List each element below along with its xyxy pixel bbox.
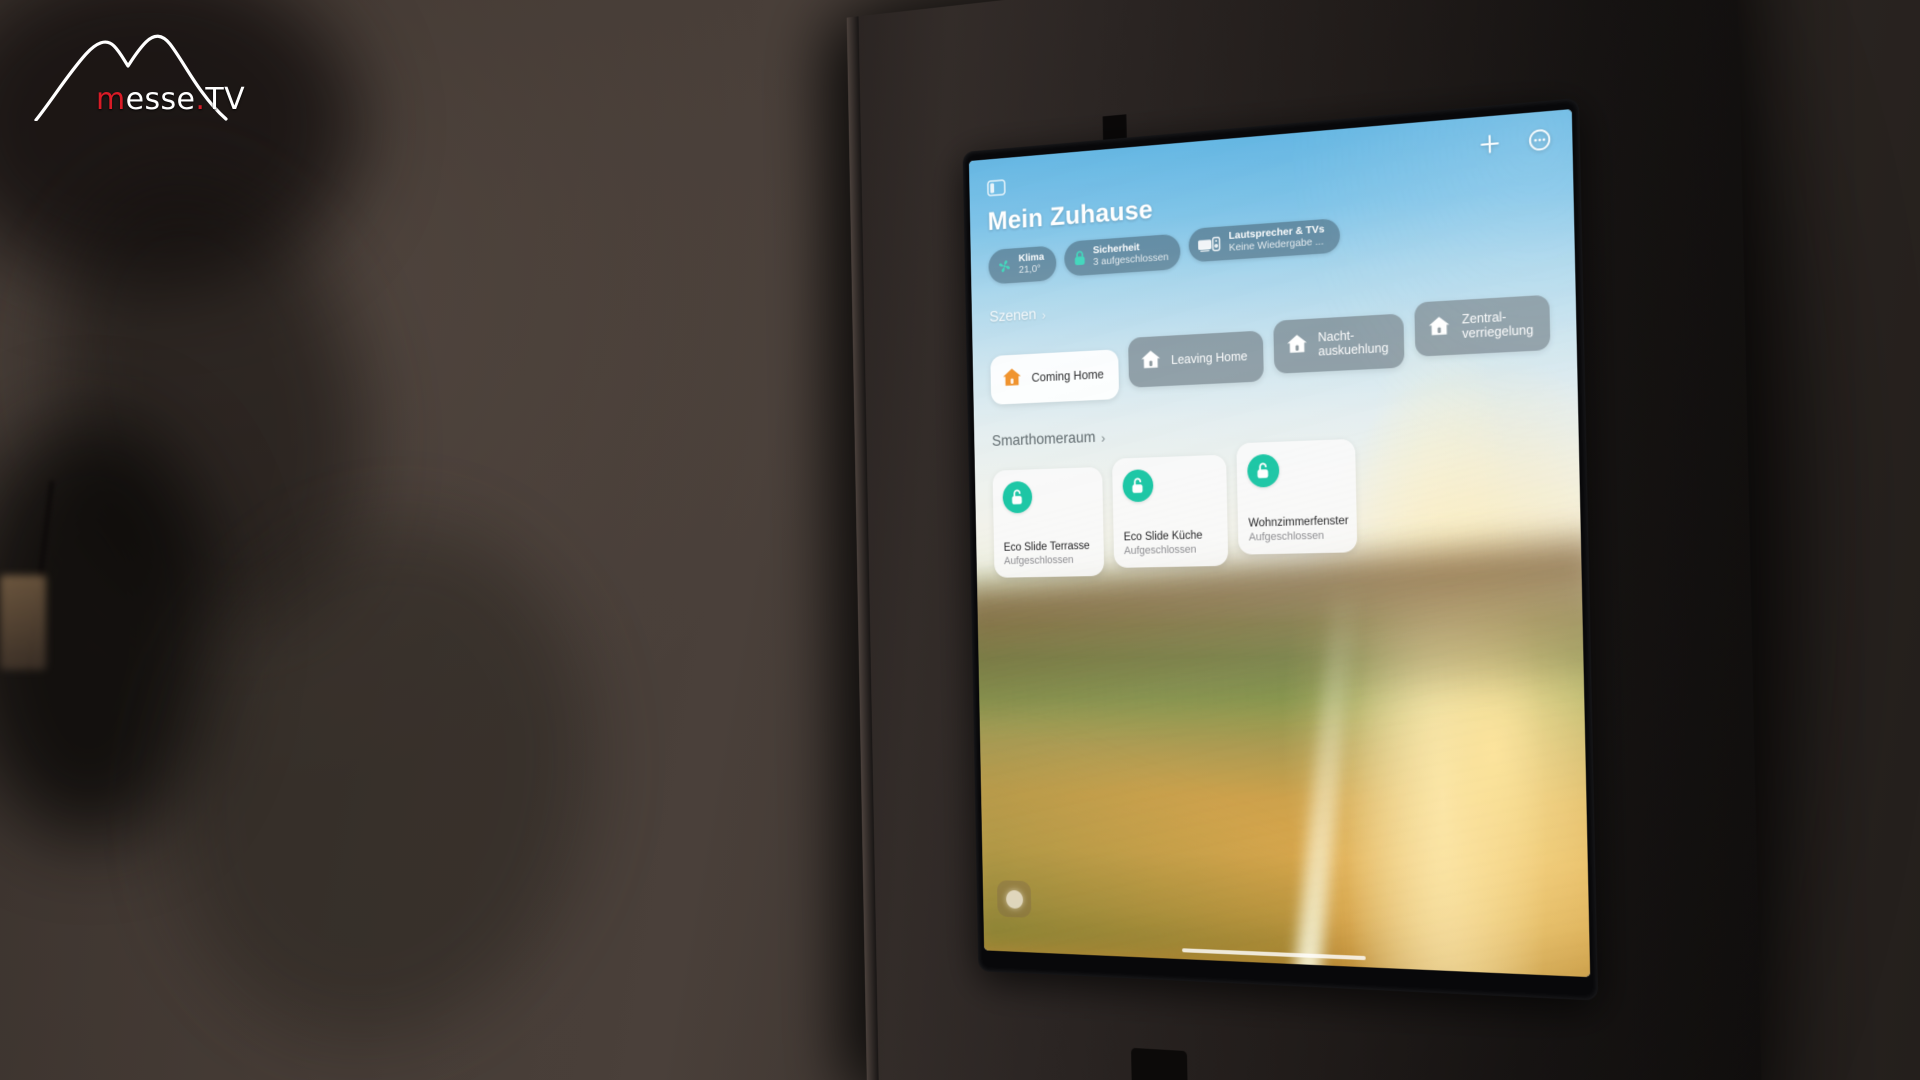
scene-card-nachtauskuehlung[interactable]: Nacht- auskuehlung (1273, 313, 1405, 373)
accessory-state: Aufgeschlossen (1249, 529, 1347, 544)
status-pill-lautsprecher-tvs[interactable]: Lautsprecher & TVs Keine Wiedergabe ... (1189, 218, 1340, 262)
wall-shadow (121, 482, 640, 1078)
house-icon (1139, 348, 1162, 376)
tablet-device: Mein Zuhause Klima 21,0° Sicherheit 3 au… (963, 98, 1599, 1001)
status-pill-klima-value: 21,0° (1019, 264, 1045, 277)
logo-wordmark: messe.TV (96, 82, 245, 117)
wall-shadow (9, 141, 411, 660)
chevron-right-icon: › (1101, 430, 1106, 446)
wall-mount-bezel: Mein Zuhause Klima 21,0° Sicherheit 3 au… (847, 0, 1763, 1080)
mount-left-edge (847, 16, 879, 1080)
section-header-smarthomeraum-label: Smarthomeraum (992, 429, 1096, 450)
top-actions (1478, 128, 1551, 162)
status-pill-lautsprecher-text: Lautsprecher & TVs Keine Wiedergabe ... (1229, 225, 1325, 255)
unlocked-padlock-icon (1122, 469, 1153, 502)
section-header-scenes-label: Szenen (989, 306, 1036, 326)
status-pill-klima-text: Klima 21,0° (1018, 252, 1044, 276)
logo-tv: TV (205, 82, 245, 117)
assistive-touch-dot (1005, 890, 1022, 909)
accessory-state: Aufgeschlossen (1004, 553, 1094, 568)
room-scene: messe.TV Mein Zuhause Klima 21,0° Sicher… (0, 0, 1920, 1080)
tablet-screen[interactable]: Mein Zuhause Klima 21,0° Sicherheit 3 au… (969, 109, 1590, 977)
scene-card-zentralverriegelung-label: Zentral- verriegelung (1462, 308, 1534, 342)
accessory-card-eco-slide-terrasse-text: Eco Slide Terrasse Aufgeschlossen (1004, 540, 1094, 568)
house-icon (1427, 314, 1452, 343)
mount-bottom-cutout (1131, 1048, 1188, 1080)
scene-card-coming-home[interactable]: Coming Home (990, 349, 1119, 405)
status-pill-sicherheit[interactable]: Sicherheit 3 aufgeschlossen (1064, 234, 1181, 277)
accessories-row: Eco Slide Terrasse Aufgeschlossen Eco Sl… (992, 438, 1560, 577)
messe-tv-logo: messe.TV (34, 26, 254, 121)
accessory-card-wohnzimmerfenster-text: Wohnzimmerfenster Aufgeschlossen (1248, 515, 1346, 544)
logo-esse: esse (126, 82, 196, 117)
more-circle-icon[interactable] (1528, 128, 1552, 158)
accessory-card-eco-slide-kueche[interactable]: Eco Slide Küche Aufgeschlossen (1112, 454, 1228, 567)
home-app: Mein Zuhause Klima 21,0° Sicherheit 3 au… (969, 109, 1590, 977)
accessory-card-eco-slide-terrasse[interactable]: Eco Slide Terrasse Aufgeschlossen (992, 467, 1104, 578)
scene-card-nachtauskuehlung-label: Nacht- auskuehlung (1318, 326, 1389, 359)
accessory-name: Eco Slide Terrasse (1004, 540, 1094, 555)
accessory-card-wohnzimmerfenster[interactable]: Wohnzimmerfenster Aufgeschlossen (1236, 439, 1357, 555)
climate-fan-icon (996, 257, 1012, 275)
wall-object (0, 575, 46, 670)
chevron-right-icon: › (1041, 307, 1045, 323)
house-icon (1001, 366, 1023, 393)
accessory-card-eco-slide-kueche-text: Eco Slide Küche Aufgeschlossen (1124, 529, 1218, 558)
unlocked-padlock-icon (1002, 481, 1032, 514)
scene-card-coming-home-label: Coming Home (1031, 368, 1104, 386)
assistive-touch-icon[interactable] (997, 880, 1031, 918)
scene-card-leaving-home[interactable]: Leaving Home (1128, 330, 1263, 387)
accessory-state: Aufgeschlossen (1124, 543, 1218, 558)
house-icon (1285, 332, 1309, 360)
lock-icon (1072, 249, 1087, 267)
status-pill-sicherheit-text: Sicherheit 3 aufgeschlossen (1093, 241, 1169, 269)
scene-card-leaving-home-label: Leaving Home (1171, 349, 1248, 367)
logo-dot: . (195, 82, 205, 117)
status-pill-sicherheit-value: 3 aufgeschlossen (1093, 252, 1169, 269)
speaker-tv-icon (1197, 235, 1222, 255)
accessory-name: Wohnzimmerfenster (1248, 515, 1346, 531)
scene-card-zentralverriegelung[interactable]: Zentral- verriegelung (1415, 295, 1551, 357)
plus-icon[interactable] (1478, 132, 1501, 162)
logo-m: m (96, 82, 126, 117)
unlocked-padlock-icon (1247, 454, 1279, 488)
status-pill-klima[interactable]: Klima 21,0° (988, 246, 1056, 285)
